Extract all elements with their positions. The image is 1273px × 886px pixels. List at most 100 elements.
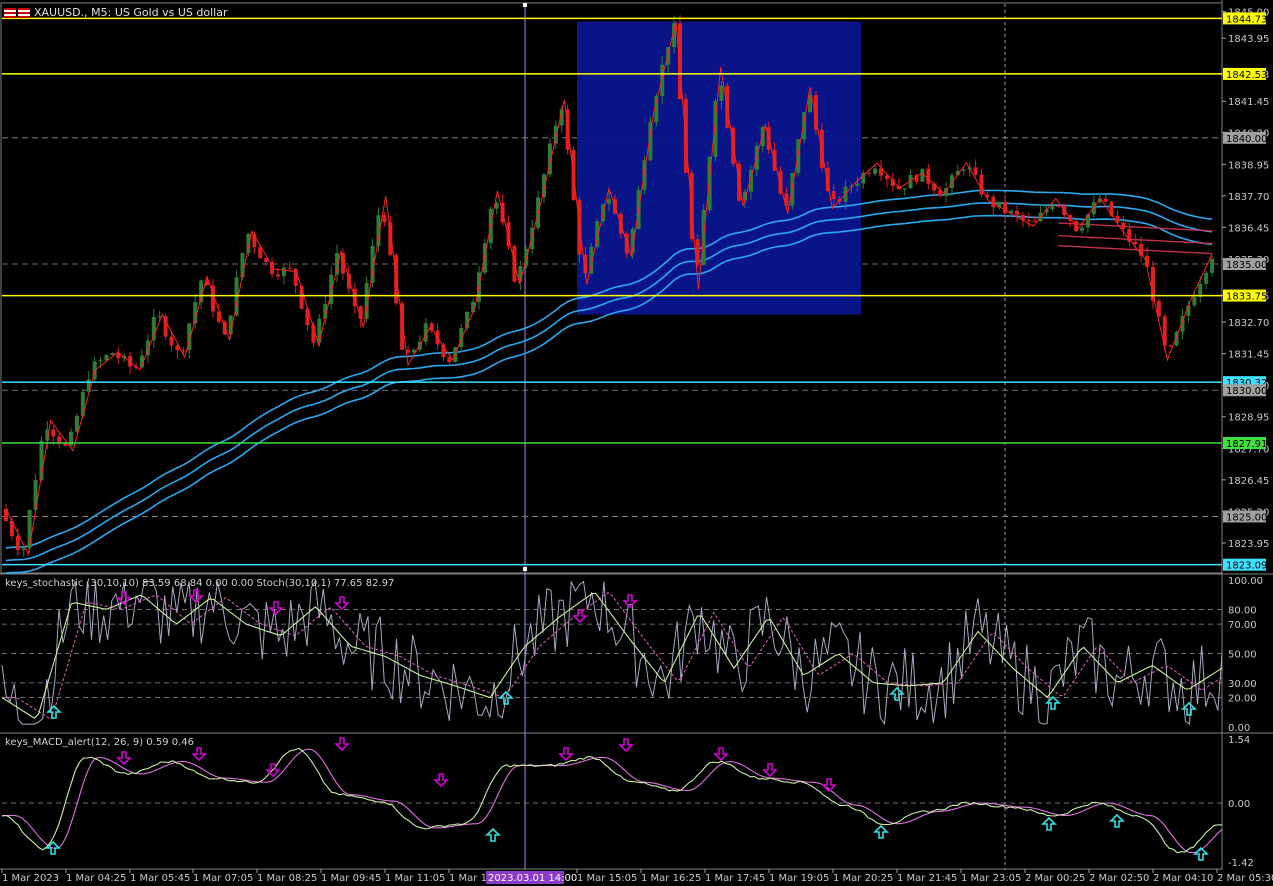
- stoch-level-label: 100.00: [1228, 576, 1263, 587]
- macd-label: keys_MACD_alert(12, 26, 9) 0.59 0.46: [5, 737, 194, 748]
- candle-body: [281, 267, 286, 277]
- price-tick-label: 1836.45: [1228, 223, 1269, 234]
- candle-body: [1103, 198, 1108, 202]
- candle-body: [825, 167, 830, 192]
- time-tick-label: 2 Mar 02:50: [1089, 873, 1149, 884]
- candle-body: [719, 85, 724, 101]
- price-tick-label: 1841.45: [1228, 97, 1269, 108]
- candle-body: [553, 125, 558, 144]
- time-tick-label: 1 Mar 09:45: [321, 873, 381, 884]
- time-tick-label: 1 Mar 2023: [2, 873, 59, 884]
- us-flag-icon: [4, 7, 16, 18]
- price-tick-label: 1838.95: [1228, 160, 1269, 171]
- highlight-rectangle: [577, 21, 861, 315]
- candle-body: [1080, 227, 1085, 231]
- price-label: 1830.00: [1226, 386, 1267, 397]
- price-tick-label: 1828.95: [1228, 413, 1269, 424]
- candle-body: [287, 267, 292, 269]
- time-tick-label: 1 Mar 08:25: [257, 873, 317, 884]
- stoch-signal-line: [2, 592, 1223, 720]
- candle-body: [802, 112, 807, 140]
- macd-main-line: [1, 747, 1223, 854]
- price-label: 1827.91: [1226, 439, 1267, 450]
- candle-body: [1085, 214, 1090, 228]
- candle-body: [1014, 210, 1019, 215]
- candle-body: [926, 168, 931, 184]
- time-tick-label: 1 Mar 11:05: [385, 873, 445, 884]
- candle-body: [1204, 272, 1209, 284]
- candle-body: [949, 175, 954, 189]
- time-tick-label: 2 Mar 04:10: [1153, 873, 1213, 884]
- candle-body: [873, 168, 878, 174]
- stoch-raw-line: [1, 580, 1223, 726]
- down-arrow-icon: [191, 747, 207, 762]
- candle-body: [1133, 241, 1138, 245]
- price-label: 1825.00: [1226, 512, 1267, 523]
- time-tick-label: 1 Mar 16:25: [641, 873, 701, 884]
- price-tick-label: 1831.45: [1228, 350, 1269, 361]
- candle-body: [1186, 305, 1191, 316]
- time-tick-label: 1 Mar 15:05: [577, 873, 637, 884]
- price-label: 1844.73: [1226, 14, 1267, 25]
- candle-body: [1091, 202, 1096, 215]
- candle-body: [867, 172, 872, 174]
- candle-body: [51, 429, 56, 437]
- up-arrow-icon: [1041, 816, 1057, 831]
- candle-body: [27, 509, 32, 549]
- stoch-level-label: 70.00: [1228, 620, 1257, 631]
- stoch-level-label: 80.00: [1228, 605, 1257, 616]
- down-arrow-icon: [558, 747, 574, 762]
- time-tick-label: 1 Mar 20:25: [833, 873, 893, 884]
- stoch-level-label: 20.00: [1228, 694, 1257, 705]
- candle-body: [110, 353, 115, 356]
- price-label: 1823.09: [1226, 561, 1267, 572]
- candle-body: [63, 443, 68, 446]
- time-tick-label: 1 Mar 23:05: [961, 873, 1021, 884]
- time-tick-label: 1 Mar 21:45: [897, 873, 957, 884]
- down-arrow-icon: [622, 594, 638, 609]
- candle-body: [1056, 205, 1061, 207]
- time-tick-label: 1 Mar 04:25: [66, 873, 126, 884]
- candle-body: [382, 215, 387, 223]
- down-arrow-icon: [116, 751, 132, 766]
- stoch-level-label: 30.00: [1228, 679, 1257, 690]
- candle-body: [74, 415, 79, 432]
- down-arrow-icon: [762, 763, 778, 778]
- candle-body: [902, 188, 907, 190]
- candle-body: [660, 64, 665, 97]
- candle-body: [1032, 220, 1037, 222]
- time-tick-label: 1 Mar 19:05: [769, 873, 829, 884]
- down-arrow-icon: [433, 773, 449, 788]
- candle-body: [15, 536, 20, 551]
- gold-icon: [18, 7, 30, 18]
- stoch-level-label: 50.00: [1228, 650, 1257, 661]
- candle-body: [1026, 219, 1031, 221]
- macd-signal-line: [2, 748, 1223, 854]
- chart-canvas[interactable]: 1845.001843.951842.531841.451840.201838.…: [0, 0, 1273, 886]
- candle-body: [1050, 205, 1055, 210]
- price-tick-label: 1823.95: [1228, 539, 1269, 550]
- price-label: 1842.53: [1226, 70, 1267, 81]
- time-tick-label: 1 Mar 05:45: [130, 873, 190, 884]
- down-arrow-icon: [572, 609, 588, 624]
- price-tick-label: 1843.95: [1228, 34, 1269, 45]
- down-arrow-icon: [334, 737, 350, 752]
- candle-body: [831, 191, 836, 200]
- candle-body: [1121, 222, 1126, 229]
- up-arrow-icon: [873, 824, 889, 839]
- candle-body: [169, 336, 174, 346]
- price-tick-label: 1826.45: [1228, 476, 1269, 487]
- down-arrow-icon: [334, 596, 350, 611]
- up-arrow-icon: [485, 827, 501, 842]
- stochastic-label: keys_stochastic (30,10,10) 83.59 68.84 0…: [5, 578, 395, 589]
- candle-body: [1192, 296, 1197, 306]
- candle-body: [275, 274, 280, 277]
- price-label: 1833.75: [1226, 292, 1267, 303]
- candle-body: [855, 183, 860, 187]
- candle-body: [991, 196, 996, 208]
- time-tick-label: 1 Mar 17:45: [705, 873, 765, 884]
- price-label: 1840.00: [1226, 134, 1267, 145]
- price-tick-label: 1832.70: [1228, 318, 1269, 329]
- candle-body: [98, 360, 103, 362]
- down-arrow-icon: [618, 738, 634, 753]
